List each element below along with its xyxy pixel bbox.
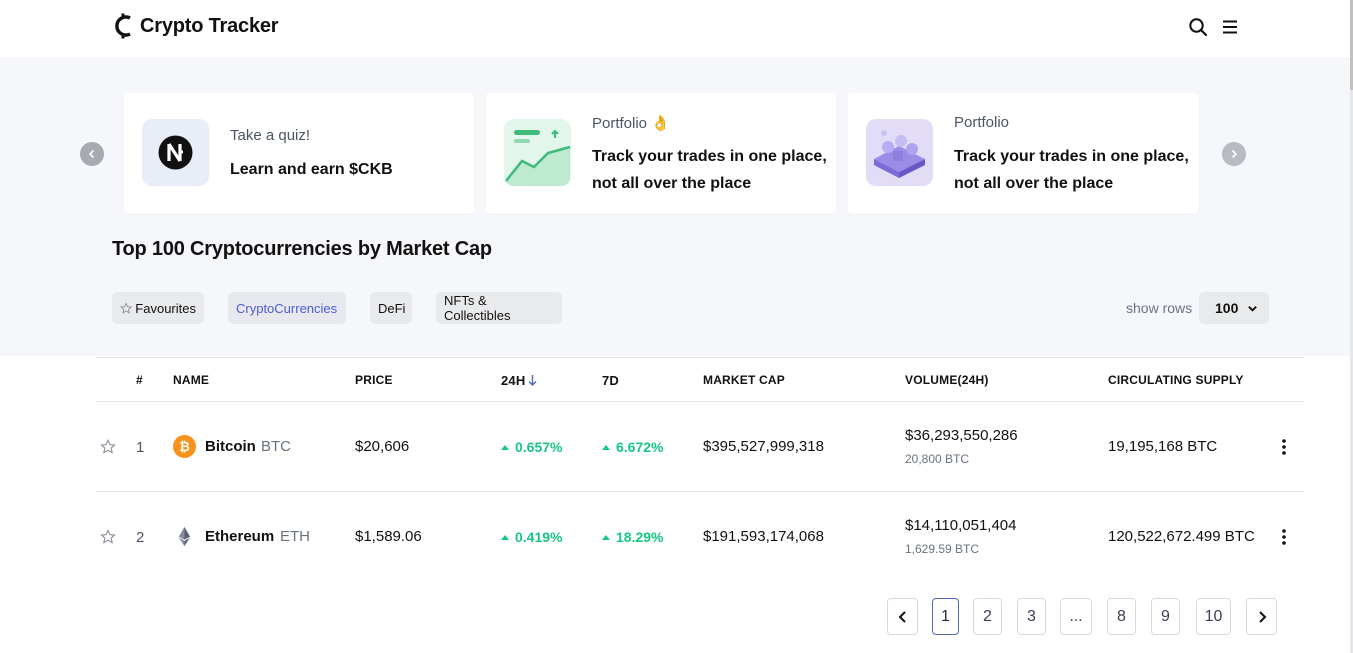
pagination-page-9[interactable]: 9 — [1151, 598, 1180, 635]
circulating-supply: 120,522,672.499 BTC — [1108, 528, 1255, 545]
filter-label: CryptoCurrencies — [236, 300, 338, 316]
star-icon — [120, 301, 133, 314]
pagination-page-8[interactable]: 8 — [1107, 598, 1136, 635]
filter-favourites[interactable]: Favourites — [112, 292, 204, 324]
column-header-price[interactable]: PRICE — [355, 373, 393, 387]
column-header-rank: # — [136, 373, 143, 387]
change-value: 0.657% — [515, 439, 563, 455]
brand-name: Crypto Tracker — [140, 14, 279, 37]
top-header: Crypto Tracker — [0, 0, 1350, 57]
show-rows-select[interactable]: 100 — [1199, 292, 1269, 324]
pagination-ellipsis: ... — [1060, 598, 1092, 635]
column-header-volume[interactable]: VOLUME(24H) — [905, 373, 989, 387]
page-title: Top 100 Cryptocurrencies by Market Cap — [112, 238, 492, 260]
filter-label: Favourites — [135, 300, 196, 316]
card-eyebrow: Take a quiz! — [230, 127, 311, 144]
coin-name[interactable]: Ethereum — [205, 528, 274, 545]
column-header-24h[interactable]: 24H — [501, 373, 538, 388]
pagination-next-button[interactable] — [1246, 598, 1277, 635]
show-rows-value: 100 — [1215, 300, 1239, 316]
change-24h: 0.657% — [501, 439, 562, 455]
svg-text:₿: ₿ — [179, 440, 190, 455]
card-title: Learn and earn $CKB — [230, 161, 393, 178]
chevron-left-icon — [898, 610, 906, 623]
filter-label: NFTs & Collectibles — [444, 293, 511, 323]
pagination-page-10[interactable]: 10 — [1196, 598, 1231, 635]
change-24h: 0.419% — [501, 529, 562, 545]
promo-card-portfolio[interactable]: Portfolio 👌 Track your trades in one pla… — [486, 93, 836, 213]
table-row[interactable]: 1 ₿ Bitcoin BTC $20,606 0.657% 6.672% $3… — [96, 402, 1304, 492]
filter-cryptocurrencies[interactable]: CryptoCurrencies — [228, 292, 346, 324]
pagination-prev-button[interactable] — [887, 598, 918, 635]
sort-arrow-down-icon — [528, 375, 537, 386]
column-header-name[interactable]: NAME — [173, 373, 209, 387]
brand-logo[interactable]: Crypto Tracker — [112, 13, 279, 39]
carousel-next-button[interactable] — [1222, 142, 1246, 166]
portfolio-isometric-thumbnail — [866, 119, 933, 186]
market-cap: $191,593,174,068 — [703, 528, 824, 545]
coin-symbol: ETH — [280, 528, 310, 545]
volume: $14,110,051,404 — [905, 517, 1017, 534]
carousel-prev-button[interactable] — [80, 142, 104, 166]
chevron-right-icon — [1258, 610, 1266, 623]
price: $1,589.06 — [355, 528, 422, 545]
price: $20,606 — [355, 438, 410, 455]
bitcoin-icon: ₿ — [173, 435, 196, 458]
quiz-thumbnail — [142, 119, 209, 186]
portfolio-chart-thumbnail — [504, 119, 571, 186]
change-value: 18.29% — [616, 529, 664, 545]
show-rows-label: show rows — [1126, 300, 1193, 316]
card-eyebrow: Portfolio — [954, 114, 1010, 131]
search-icon[interactable] — [1188, 17, 1208, 37]
rank: 1 — [136, 439, 145, 456]
change-7d: 6.672% — [602, 439, 663, 455]
chevron-right-icon — [1231, 149, 1238, 159]
more-options-icon[interactable] — [1276, 438, 1292, 456]
filter-nfts[interactable]: NFTs & Collectibles — [436, 292, 562, 324]
quiz-logo-icon — [158, 135, 193, 170]
card-title: Track your trades in one place, not all … — [592, 148, 827, 192]
growth-chart-icon — [505, 129, 571, 186]
coin-symbol: BTC — [261, 438, 291, 455]
caret-up-icon — [602, 534, 610, 540]
promo-card-quiz[interactable]: Take a quiz! Learn and earn $CKB — [124, 93, 474, 213]
filter-label: DeFi — [378, 300, 406, 316]
more-options-icon[interactable] — [1276, 528, 1292, 546]
isometric-blocks-icon — [874, 130, 925, 178]
pagination-page-2[interactable]: 2 — [973, 598, 1002, 635]
star-icon[interactable] — [100, 529, 116, 545]
volume: $36,293,550,286 — [905, 427, 1018, 444]
column-header-market-cap[interactable]: MARKET CAP — [703, 373, 785, 387]
card-eyebrow: Portfolio 👌 — [592, 115, 670, 132]
promo-card-portfolio-isometric[interactable]: Portfolio Track your trades in one place… — [848, 93, 1198, 213]
column-header-7d[interactable]: 7D — [602, 373, 619, 388]
crypto-tracker-logo-icon — [115, 13, 131, 39]
pagination-page-1[interactable]: 1 — [932, 598, 959, 635]
volume-in-btc: 1,629.59 BTC — [905, 542, 980, 556]
change-7d: 18.29% — [602, 529, 663, 545]
star-icon[interactable] — [100, 439, 116, 455]
rank: 2 — [136, 529, 145, 546]
caret-up-icon — [501, 444, 509, 450]
change-value: 0.419% — [515, 529, 563, 545]
market-cap: $395,527,999,318 — [703, 438, 824, 455]
filter-defi[interactable]: DeFi — [370, 292, 412, 324]
pagination-page-3[interactable]: 3 — [1017, 598, 1046, 635]
hamburger-menu-icon[interactable] — [1221, 18, 1239, 36]
chevron-down-icon — [1248, 306, 1257, 312]
volume-in-btc: 20,800 BTC — [905, 452, 970, 466]
chevron-left-icon — [88, 149, 95, 159]
circulating-supply: 19,195,168 BTC — [1108, 438, 1218, 455]
column-header-supply[interactable]: CIRCULATING SUPPLY — [1108, 373, 1244, 387]
change-value: 6.672% — [616, 439, 664, 455]
table-divider — [96, 357, 1304, 358]
caret-up-icon — [602, 444, 610, 450]
caret-up-icon — [501, 534, 509, 540]
table-row[interactable]: 2 Ethereum ETH $1,589.06 0.419% 18.29% $… — [96, 492, 1304, 582]
column-header-label: 24H — [501, 373, 526, 388]
coin-name[interactable]: Bitcoin — [205, 438, 256, 455]
card-title: Track your trades in one place, not all … — [954, 148, 1189, 192]
ethereum-icon — [179, 527, 190, 546]
